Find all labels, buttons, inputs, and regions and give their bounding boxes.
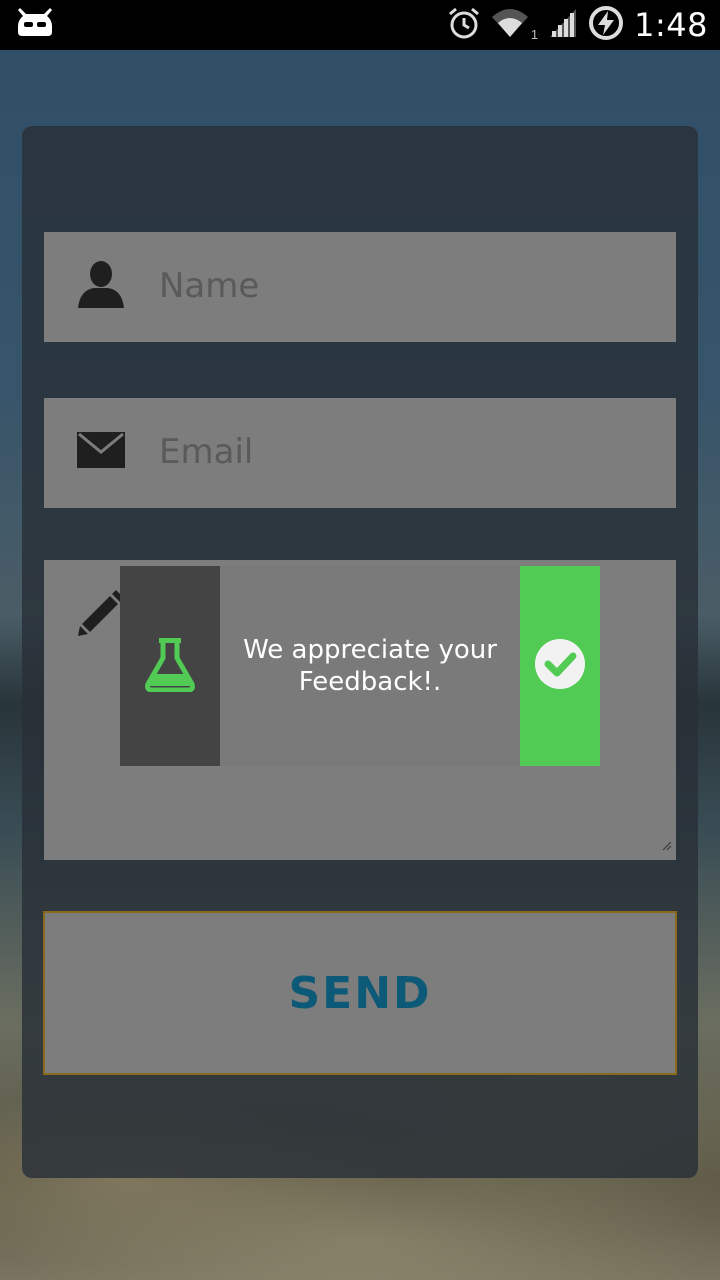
person-icon <box>76 260 126 315</box>
name-field[interactable]: Name <box>44 232 676 342</box>
battery-charging-icon <box>588 5 624 46</box>
envelope-icon <box>76 430 126 475</box>
toast-confirm-panel[interactable] <box>520 566 600 766</box>
toast-icon-panel <box>120 566 220 766</box>
feedback-toast: We appreciate your Feedback!. <box>120 566 600 766</box>
toast-message: We appreciate your Feedback!. <box>220 566 520 766</box>
cyanogenmod-bugdroid-icon <box>16 6 54 43</box>
status-bar: 1 1:48 <box>0 0 720 50</box>
resize-handle-icon[interactable] <box>662 838 672 856</box>
check-circle-icon <box>534 638 586 695</box>
alarm-icon <box>447 6 481 45</box>
cell-signal-icon <box>548 7 578 44</box>
flask-icon <box>144 636 196 697</box>
pencil-icon <box>76 588 124 643</box>
email-placeholder: Email <box>159 432 254 472</box>
name-placeholder: Name <box>159 266 260 306</box>
signal-sub-label: 1 <box>530 26 539 42</box>
send-button[interactable]: SEND <box>43 911 677 1075</box>
clock: 1:48 <box>634 6 708 44</box>
email-field[interactable]: Email <box>44 398 676 508</box>
wifi-icon <box>491 7 529 44</box>
